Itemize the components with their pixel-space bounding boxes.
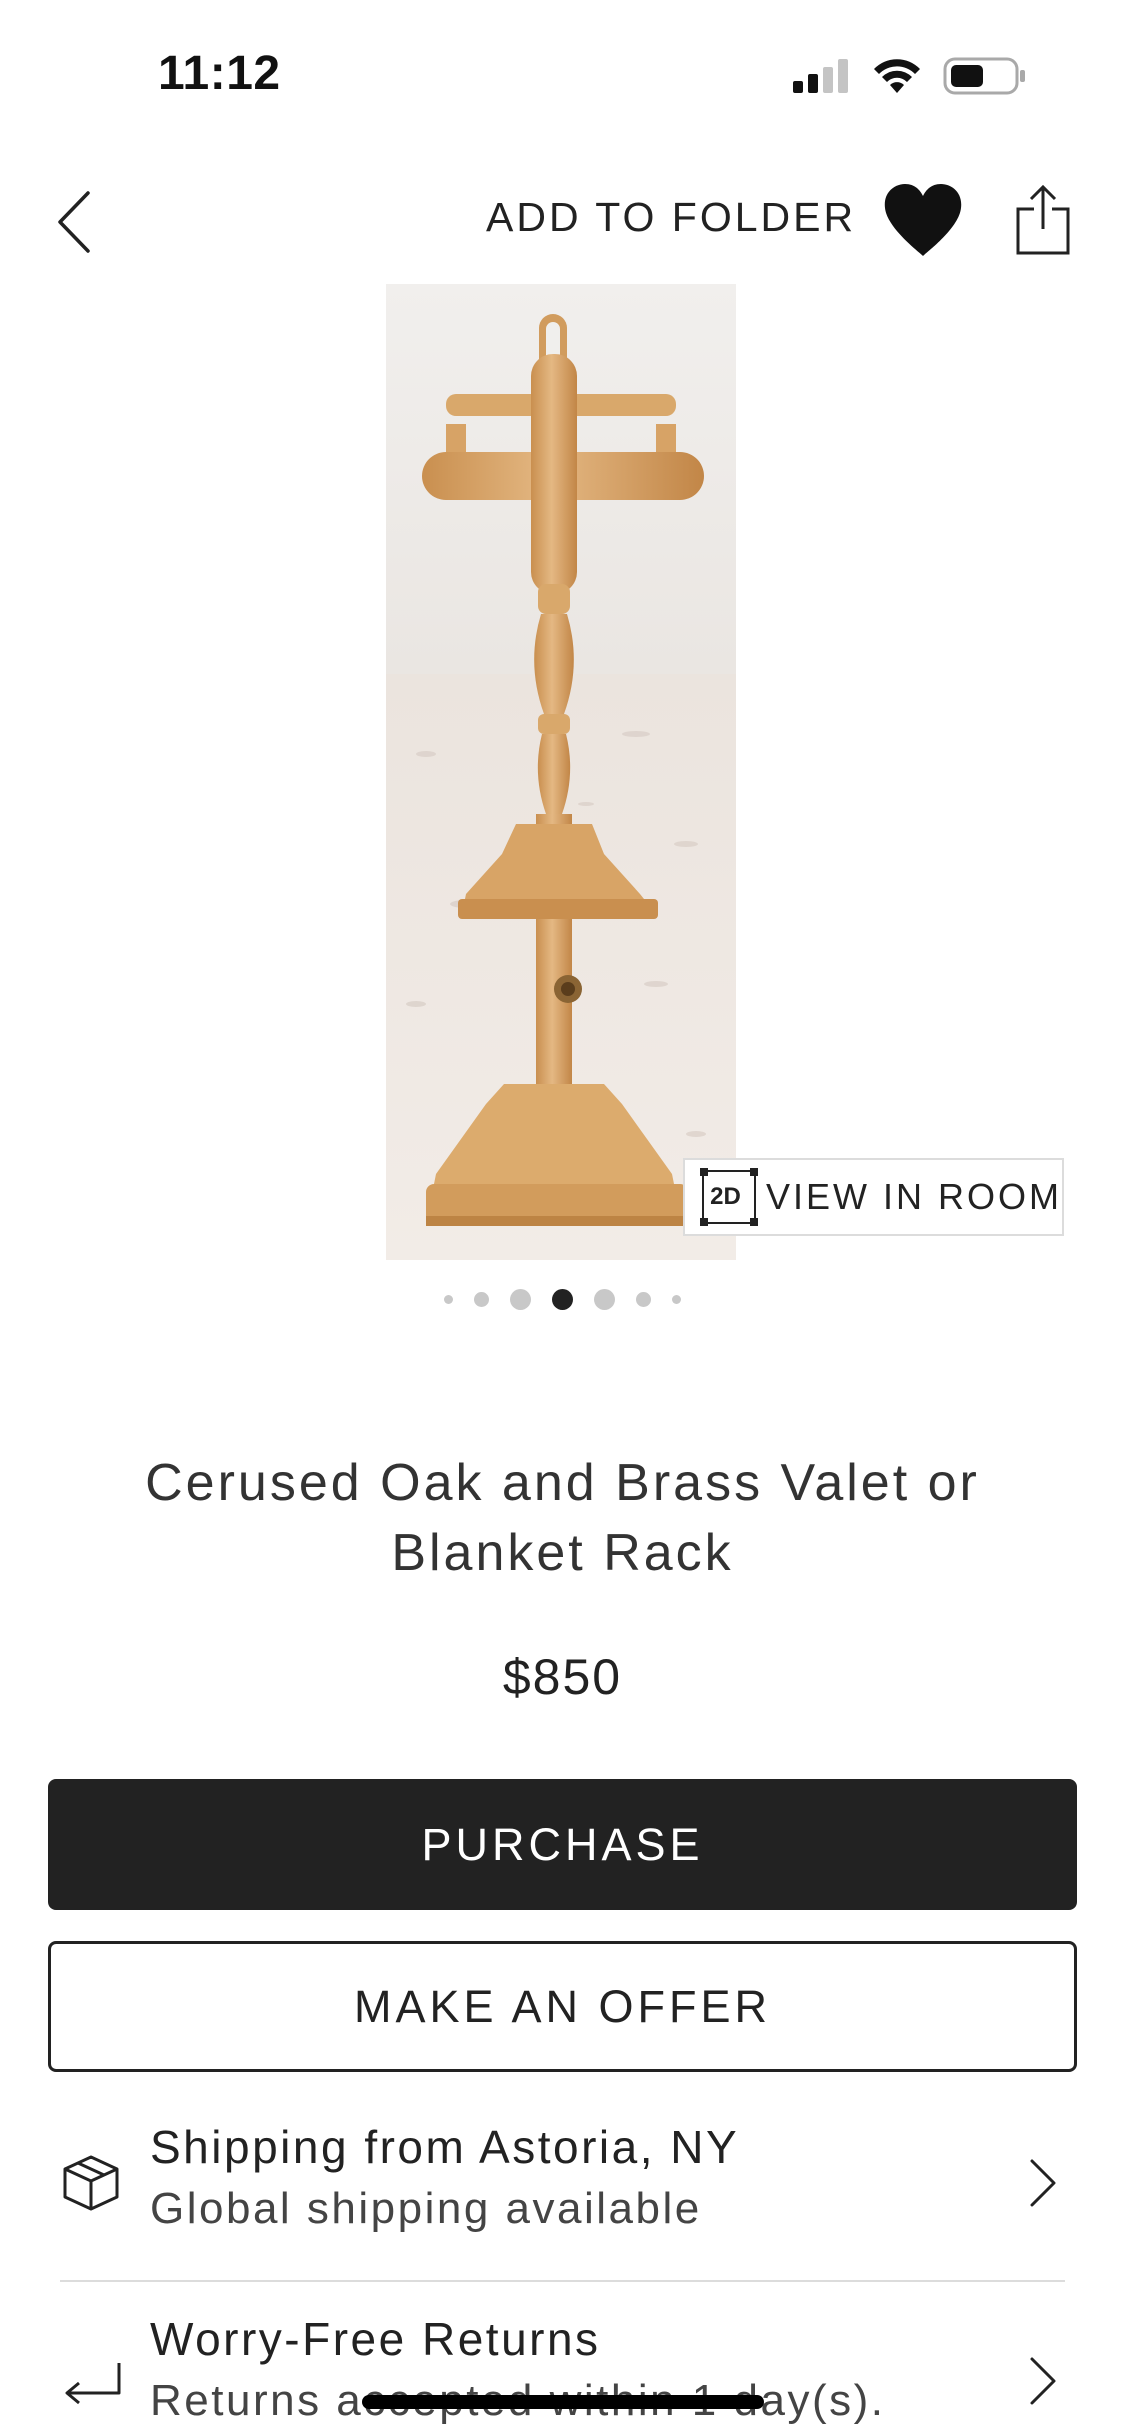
shipping-subtitle: Global shipping available — [150, 2184, 702, 2233]
status-icons — [793, 54, 1027, 98]
divider — [60, 2280, 1065, 2282]
nav-bar: ADD TO FOLDER — [0, 170, 1125, 270]
chevron-right-icon — [1018, 2148, 1068, 2218]
2d-badge-text: 2D — [710, 1183, 741, 1210]
battery-icon — [943, 57, 1025, 95]
wifi-icon — [874, 59, 920, 93]
view-in-room-label: VIEW IN ROOM — [766, 1176, 1062, 1217]
returns-title: Worry-Free Returns — [150, 2313, 601, 2365]
status-bar: 11:12 — [0, 0, 1125, 140]
2d-view-icon: 2D — [699, 1167, 758, 1227]
valet-stand-image — [386, 284, 736, 1260]
carousel-dot[interactable] — [672, 1294, 681, 1304]
carousel-dots — [0, 1286, 1125, 1312]
product-price: $850 — [502, 1649, 623, 1705]
chevron-left-icon — [58, 191, 90, 253]
share-icon — [1016, 185, 1070, 255]
package-icon — [56, 2148, 126, 2218]
product-image[interactable] — [386, 284, 736, 1260]
carousel-dot-active[interactable] — [552, 1288, 573, 1310]
purchase-button[interactable]: PURCHASE — [48, 1779, 1077, 1910]
home-indicator[interactable] — [362, 2395, 764, 2409]
carousel-dot[interactable] — [474, 1291, 489, 1307]
status-time: 11:12 — [158, 47, 281, 100]
favorite-button[interactable] — [880, 178, 966, 264]
make-an-offer-button[interactable]: MAKE AN OFFER — [48, 1941, 1077, 2072]
heart-icon — [884, 184, 962, 256]
chevron-right-icon — [1018, 2346, 1068, 2416]
back-button[interactable] — [44, 182, 104, 262]
carousel-dot[interactable] — [636, 1291, 651, 1307]
return-arrow-icon — [56, 2346, 126, 2416]
product-title: Cerused Oak and Brass Valet or Blanket R… — [145, 1454, 980, 1582]
add-to-folder-button[interactable]: ADD TO FOLDER — [486, 194, 856, 241]
shipping-row[interactable]: Shipping from Astoria, NY Global shippin… — [0, 2108, 1125, 2258]
cellular-signal-icon — [793, 59, 848, 93]
carousel-dot[interactable] — [444, 1294, 453, 1304]
view-in-room-button[interactable]: 2D VIEW IN ROOM — [683, 1158, 1064, 1236]
carousel-dot[interactable] — [510, 1288, 531, 1310]
returns-row[interactable]: Worry-Free Returns Returns accepted with… — [0, 2300, 1125, 2436]
shipping-title: Shipping from Astoria, NY — [150, 2121, 740, 2173]
carousel-dot[interactable] — [594, 1288, 615, 1310]
share-button[interactable] — [1008, 176, 1078, 266]
